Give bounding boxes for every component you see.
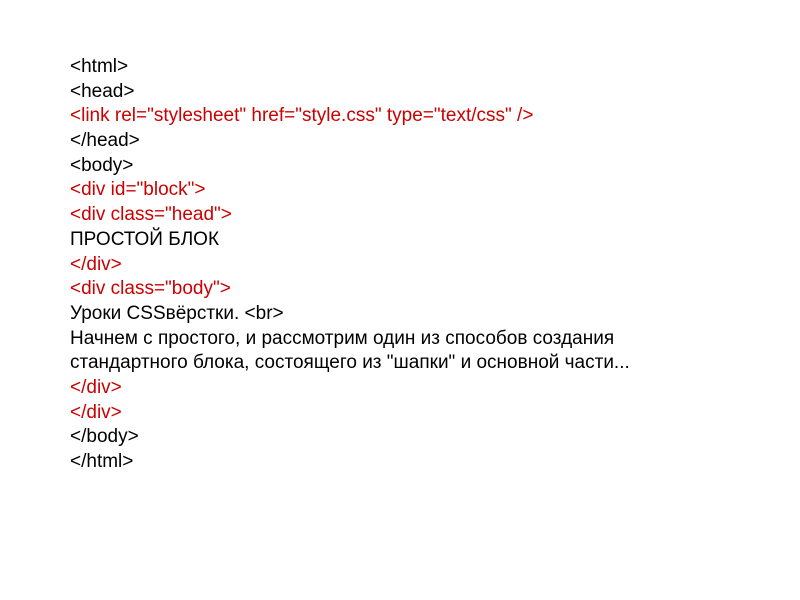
- code-line-div-body: <div class="body">: [70, 277, 730, 302]
- code-line-div-close-3: </div>: [70, 401, 730, 426]
- code-line-html-close: </html>: [70, 450, 730, 475]
- code-line-body-open: <body>: [70, 154, 730, 179]
- code-line-link-stylesheet: <link rel="stylesheet" href="style.css" …: [70, 104, 730, 129]
- code-line-html-open: <html>: [70, 55, 730, 80]
- code-line-div-block: <div id="block">: [70, 178, 730, 203]
- code-line-lessons-text: Уроки CSSвёрстки. <br>: [70, 302, 730, 327]
- code-line-body-close: </body>: [70, 425, 730, 450]
- code-line-description-text: Начнем с простого, и рассмотрим один из …: [70, 327, 730, 376]
- code-snippet: <html> <head> <link rel="stylesheet" hre…: [70, 55, 730, 475]
- code-line-head-close: </head>: [70, 129, 730, 154]
- code-line-div-close-1: </div>: [70, 253, 730, 278]
- code-line-head-open: <head>: [70, 80, 730, 105]
- code-line-div-head: <div class="head">: [70, 203, 730, 228]
- code-line-div-close-2: </div>: [70, 376, 730, 401]
- code-line-title-text: ПРОСТОЙ БЛОК: [70, 228, 730, 253]
